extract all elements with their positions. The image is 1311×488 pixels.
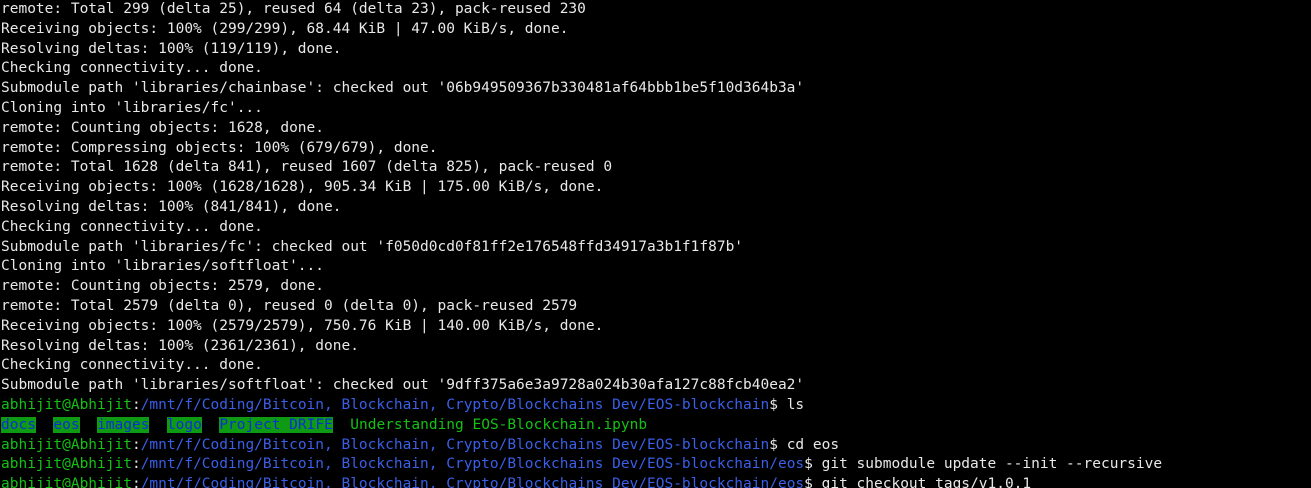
prompt-user: abhijit@Abhijit bbox=[1, 396, 132, 413]
prompt-command: ls bbox=[786, 396, 805, 413]
prompt-line: abhijit@Abhijit:/mnt/f/Coding/Bitcoin, B… bbox=[0, 475, 1311, 488]
prompt-command: git submodule update --init --recursive bbox=[821, 456, 1163, 473]
output-line: Cloning into 'libraries/softfloat'... bbox=[1, 258, 325, 275]
output-line: Submodule path 'libraries/chainbase': ch… bbox=[1, 80, 805, 97]
prompt-path: /mnt/f/Coding/Bitcoin, Blockchain, Crypt… bbox=[140, 396, 770, 413]
output-line: Checking connectivity... done. bbox=[1, 60, 263, 77]
file-entry-notebook: Understanding EOS-Blockchain.ipynb bbox=[350, 416, 648, 433]
output-line: remote: Counting objects: 1628, done. bbox=[1, 119, 325, 136]
prompt-line: abhijit@Abhijit:/mnt/f/Coding/Bitcoin, B… bbox=[0, 436, 1311, 456]
output-line: remote: Compressing objects: 100% (679/6… bbox=[1, 139, 438, 156]
prompt-command: cd eos bbox=[786, 436, 840, 453]
prompt-symbol: $ bbox=[769, 436, 787, 453]
output-line: remote: Total 299 (delta 25), reused 64 … bbox=[1, 1, 586, 17]
output-line: remote: Total 2579 (delta 0), reused 0 (… bbox=[1, 297, 578, 314]
output-line: Resolving deltas: 100% (841/841), done. bbox=[1, 198, 342, 215]
prompt-separator: : bbox=[131, 456, 141, 473]
prompt-user: abhijit@Abhijit bbox=[1, 456, 132, 473]
dir-entry-logo: logo bbox=[166, 416, 202, 433]
prompt-path: /mnt/f/Coding/Bitcoin, Blockchain, Crypt… bbox=[140, 456, 805, 473]
prompt-symbol: $ bbox=[804, 456, 822, 473]
prompt-separator: : bbox=[131, 476, 141, 488]
output-line: Resolving deltas: 100% (2361/2361), done… bbox=[1, 337, 359, 354]
prompt-symbol: $ bbox=[804, 476, 822, 488]
output-line: Checking connectivity... done. bbox=[1, 357, 263, 374]
prompt-user: abhijit@Abhijit bbox=[1, 436, 132, 453]
output-line: Cloning into 'libraries/fc'... bbox=[1, 99, 263, 116]
output-line: Receiving objects: 100% (1628/1628), 905… bbox=[1, 179, 604, 196]
dir-entry-eos: eos bbox=[53, 416, 80, 433]
output-line: Receiving objects: 100% (2579/2579), 750… bbox=[1, 317, 604, 334]
dir-entry-images: images bbox=[97, 416, 150, 433]
output-line: Receiving objects: 100% (299/299), 68.44… bbox=[1, 20, 569, 37]
prompt-line: abhijit@Abhijit:/mnt/f/Coding/Bitcoin, B… bbox=[0, 396, 1311, 416]
output-line: Checking connectivity... done. bbox=[1, 218, 263, 235]
prompt-path: /mnt/f/Coding/Bitcoin, Blockchain, Crypt… bbox=[140, 436, 770, 453]
prompt-separator: : bbox=[131, 396, 141, 413]
terminal-window[interactable]: remote: Total 299 (delta 25), reused 64 … bbox=[0, 0, 1311, 488]
ls-listing: docs eos images logo Project DRIFE Under… bbox=[0, 416, 1311, 436]
output-line: Submodule path 'libraries/softfloat': ch… bbox=[1, 377, 805, 394]
dir-entry-docs: docs bbox=[1, 416, 36, 433]
prompt-symbol: $ bbox=[769, 396, 787, 413]
prompt-path: /mnt/f/Coding/Bitcoin, Blockchain, Crypt… bbox=[140, 476, 805, 488]
prompt-command: git checkout tags/v1.0.1 bbox=[821, 476, 1032, 488]
dir-entry-project-drife: Project DRIFE bbox=[219, 416, 333, 433]
prompt-user: abhijit@Abhijit bbox=[1, 476, 132, 488]
output-line: remote: Total 1628 (delta 841), reused 1… bbox=[1, 159, 613, 176]
output-line: Resolving deltas: 100% (119/119), done. bbox=[1, 40, 342, 57]
output-line: Submodule path 'libraries/fc': checked o… bbox=[1, 238, 744, 255]
prompt-separator: : bbox=[131, 436, 141, 453]
prompt-line: abhijit@Abhijit:/mnt/f/Coding/Bitcoin, B… bbox=[0, 455, 1311, 475]
output-line: remote: Counting objects: 2579, done. bbox=[1, 278, 325, 295]
